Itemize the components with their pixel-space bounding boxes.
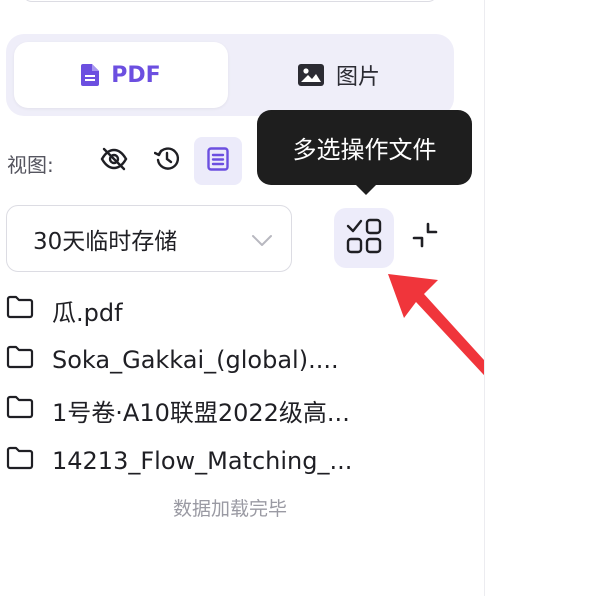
load-complete-note: 数据加载完毕	[172, 498, 287, 520]
tooltip-text: 多选操作文件	[292, 136, 437, 164]
multi-select-button[interactable]	[334, 208, 394, 268]
file-name: Soka_Gakkai_(global)....	[52, 346, 339, 374]
history-icon	[153, 146, 180, 176]
collapse-icon	[411, 221, 439, 253]
history-button[interactable]	[143, 137, 191, 185]
tab-image[interactable]: 图片	[232, 42, 446, 108]
storage-select[interactable]: 30天临时存储	[6, 205, 292, 272]
tab-image-label: 图片	[335, 65, 380, 90]
top-input-remnant[interactable]	[22, 0, 438, 2]
view-label: 视图:	[7, 153, 54, 177]
hide-icon	[100, 147, 128, 175]
tab-pdf[interactable]: PDF	[14, 42, 228, 108]
list-item[interactable]: 14213_Flow_Matching_...	[6, 441, 426, 481]
folder-icon	[6, 295, 34, 325]
list-item[interactable]: 瓜.pdf	[6, 290, 426, 330]
hide-button[interactable]	[90, 137, 138, 185]
tab-pdf-label: PDF	[111, 62, 161, 88]
file-name: 14213_Flow_Matching_...	[52, 447, 353, 475]
file-name: 1号卷·A10联盟2022级高...	[52, 398, 350, 427]
file-panel: PDF 图片 视图: 多选操作文件 30天临时存储 瓜.pdf Soka_Gak…	[0, 0, 594, 596]
folder-icon	[6, 395, 34, 425]
list-item[interactable]: 1号卷·A10联盟2022级高...	[6, 390, 426, 430]
file-name: 瓜.pdf	[52, 298, 123, 327]
chevron-down-icon	[251, 228, 273, 254]
image-icon	[297, 64, 324, 86]
type-tabs: PDF 图片	[6, 34, 454, 116]
folder-icon	[6, 446, 34, 476]
tooltip-arrow	[355, 184, 377, 195]
list-view-button[interactable]	[194, 137, 242, 185]
collapse-button[interactable]	[404, 216, 446, 258]
storage-select-value: 30天临时存储	[33, 228, 178, 255]
folder-icon	[6, 345, 34, 375]
document-icon	[81, 64, 100, 86]
list-item[interactable]: Soka_Gakkai_(global)....	[6, 340, 426, 380]
multi-select-icon	[345, 217, 383, 259]
list-view-icon	[207, 147, 229, 175]
right-pane	[485, 0, 594, 596]
multi-select-tooltip: 多选操作文件	[257, 110, 472, 185]
